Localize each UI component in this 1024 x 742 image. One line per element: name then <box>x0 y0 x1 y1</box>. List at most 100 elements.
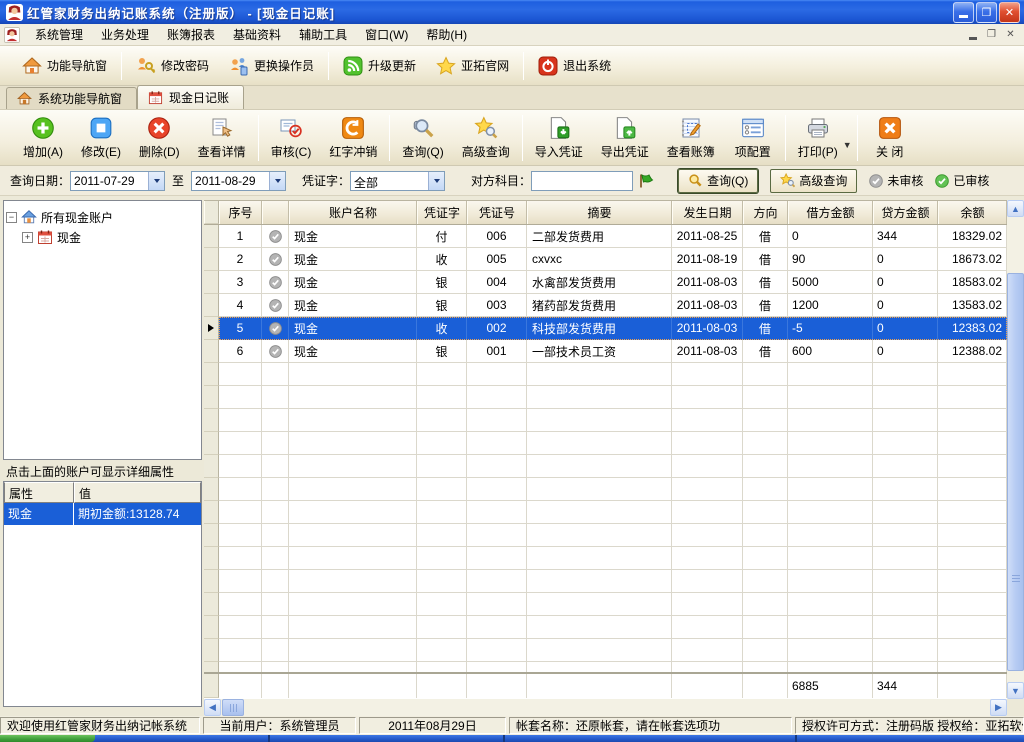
grid-header-no[interactable]: 凭证号 <box>467 201 527 224</box>
toolbar-label: 更换操作员 <box>254 57 314 74</box>
table-row[interactable]: 4现金银003猪药部发货费用2011-08-03借1200013583.02 <box>204 294 1007 317</box>
counterpart-subject-input[interactable] <box>531 171 633 191</box>
cell-sum: 水禽部发货费用 <box>527 271 672 294</box>
vertical-scroll-thumb[interactable] <box>1007 273 1024 671</box>
action-button-edit[interactable]: 修改(E) <box>72 112 130 164</box>
scroll-down-icon[interactable]: ▼ <box>1007 682 1024 699</box>
grid-header-seq[interactable]: 序号 <box>219 201 262 224</box>
grid-header-sum[interactable]: 摘要 <box>527 201 672 224</box>
props-data-row[interactable]: 现金 期初金额:13128.74 <box>4 503 201 525</box>
grid-header-dir[interactable]: 方向 <box>743 201 788 224</box>
toolbar-button-website-star[interactable]: 亚拓官网 <box>426 51 519 81</box>
table-row[interactable]: 6现金银001一部技术员工资2011-08-03借600012388.02 <box>204 340 1007 363</box>
action-button-query[interactable]: 查询(Q) <box>393 112 452 164</box>
table-row[interactable]: 2现金收005cxvxc2011-08-19借90018673.02 <box>204 248 1007 271</box>
menu-item-5[interactable]: 辅助工具 <box>290 23 356 46</box>
query-magnifier-icon <box>688 173 703 188</box>
menu-item-3[interactable]: 账簿报表 <box>158 23 224 46</box>
grid-header-ico[interactable] <box>262 201 289 224</box>
date-from-dropdown-arrow-icon[interactable] <box>148 172 164 190</box>
mdi-close-button[interactable]: ✕ <box>1003 28 1018 42</box>
table-row[interactable]: 1现金付006二部发货费用2011-08-25借034418329.02 <box>204 225 1007 248</box>
collapse-expander-icon[interactable]: − <box>6 212 17 223</box>
table-row[interactable]: 3现金银004水禽部发货费用2011-08-03借5000018583.02 <box>204 271 1007 294</box>
date-from-dropdown[interactable]: 2011-07-29 <box>70 171 165 191</box>
cell-credit: 0 <box>873 294 938 317</box>
scroll-left-icon[interactable]: ◀ <box>204 699 221 716</box>
cell-acc <box>289 570 417 593</box>
expand-expander-icon[interactable]: + <box>22 232 33 243</box>
date-to-dropdown[interactable]: 2011-08-29 <box>191 171 286 191</box>
date-to-dropdown-arrow-icon[interactable] <box>269 172 285 190</box>
action-button-audit[interactable]: 审核(C) <box>262 112 321 164</box>
horizontal-scrollbar[interactable]: ◀ ▶ <box>204 699 1007 716</box>
action-button-delete[interactable]: 删除(D) <box>130 112 189 164</box>
menu-bar: 系统管理业务处理账簿报表基础资料辅助工具窗口(W)帮助(H) ❐ ✕ <box>0 24 1024 46</box>
toolbar-button-exit[interactable]: 退出系统 <box>528 51 621 81</box>
toolbar-button-update[interactable]: 升级更新 <box>333 51 426 81</box>
mdi-minimize-button[interactable] <box>965 28 980 42</box>
action-button-add[interactable]: 增加(A) <box>14 112 72 164</box>
menu-item-6[interactable]: 窗口(W) <box>356 23 417 46</box>
vertical-scrollbar[interactable]: ▲ ▼ <box>1007 200 1024 699</box>
menu-item-7[interactable]: 帮助(H) <box>417 23 476 46</box>
empty-row <box>204 501 1007 524</box>
start-button-fragment[interactable] <box>0 735 95 742</box>
toolbar-button-home[interactable]: 功能导航窗 <box>12 51 117 81</box>
close-button[interactable]: ✕ <box>999 2 1020 23</box>
row-indicator <box>204 248 219 271</box>
menu-item-4[interactable]: 基础资料 <box>224 23 290 46</box>
grid-header-acc[interactable]: 账户名称 <box>289 201 417 224</box>
query-button[interactable]: 查询(Q) <box>678 169 758 193</box>
grid-header-debit[interactable]: 借方金额 <box>788 201 873 224</box>
voucher-dropdown-arrow-icon[interactable] <box>428 172 444 190</box>
cell-dir <box>743 570 788 593</box>
cell-word <box>417 524 467 547</box>
action-button-config[interactable]: 项配置 <box>724 112 782 164</box>
voucher-word-dropdown[interactable]: 全部 <box>350 171 445 191</box>
unaudited-legend[interactable]: 未审核 <box>869 172 923 189</box>
audited-legend[interactable]: 已审核 <box>935 172 989 189</box>
tree-node-cash[interactable]: + 现金 <box>22 227 199 247</box>
cell-no <box>467 593 527 616</box>
grid-header-word[interactable]: 凭证字 <box>417 201 467 224</box>
cell-word <box>417 478 467 501</box>
tab-system-nav[interactable]: 系统功能导航窗 <box>6 87 137 109</box>
empty-row <box>204 409 1007 432</box>
current-row-arrow-icon <box>208 324 214 332</box>
grid-header-date[interactable]: 发生日期 <box>672 201 743 224</box>
action-label: 查看详情 <box>198 143 246 160</box>
table-row[interactable]: 5现金收002科技部发货费用2011-08-03借-5012383.02 <box>204 317 1007 340</box>
menu-item-2[interactable]: 业务处理 <box>92 23 158 46</box>
tab-cash-journal[interactable]: 现金日记账 <box>137 85 244 109</box>
query-icon <box>411 116 435 140</box>
action-button-import[interactable]: 导入凭证 <box>526 112 592 164</box>
action-button-print[interactable]: 打印(P) <box>789 112 847 164</box>
toolbar-label: 修改密码 <box>161 57 209 74</box>
mdi-restore-button[interactable]: ❐ <box>984 28 999 42</box>
action-button-advanced-query[interactable]: 高级查询 <box>453 112 519 164</box>
cell-date <box>672 432 743 455</box>
advanced-query-button[interactable]: 高级查询 <box>770 169 857 193</box>
action-button-close-window[interactable]: 关 闭 <box>861 112 919 164</box>
menu-item-1[interactable]: 系统管理 <box>26 23 92 46</box>
scroll-up-icon[interactable]: ▲ <box>1007 200 1024 217</box>
print-dropdown-arrow-icon[interactable]: ▼ <box>843 140 852 150</box>
action-button-export[interactable]: 导出凭证 <box>592 112 658 164</box>
minimize-button[interactable] <box>953 2 974 23</box>
tree-node-all-cash-accounts[interactable]: − 所有现金账户 <box>6 207 199 227</box>
horizontal-scroll-thumb[interactable] <box>222 699 244 716</box>
action-button-detail[interactable]: 查看详情 <box>189 112 255 164</box>
grid-header-bal[interactable]: 余额 <box>938 201 1007 224</box>
restore-button[interactable]: ❐ <box>976 2 997 23</box>
action-button-red-reverse[interactable]: 红字冲销 <box>320 112 386 164</box>
row-indicator <box>204 294 219 317</box>
scroll-right-icon[interactable]: ▶ <box>990 699 1007 716</box>
cell-no: 006 <box>467 225 527 248</box>
row-body: 6现金银001一部技术员工资2011-08-03借600012388.02 <box>219 340 1007 363</box>
toolbar-button-password[interactable]: 修改密码 <box>126 51 219 81</box>
grid-header-credit[interactable]: 贷方金额 <box>873 201 938 224</box>
close-window-icon <box>878 116 902 140</box>
action-button-ledger[interactable]: 查看账簿 <box>658 112 724 164</box>
toolbar-button-operator[interactable]: 更换操作员 <box>219 51 324 81</box>
